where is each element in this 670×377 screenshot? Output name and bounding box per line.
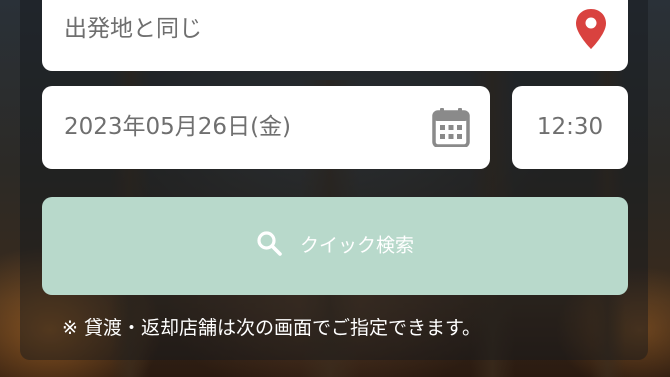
search-icon: [257, 231, 282, 256]
time-field[interactable]: 12:30: [512, 86, 628, 169]
calendar-icon[interactable]: [432, 107, 470, 147]
date-field[interactable]: 2023年05月26日(金): [42, 86, 490, 169]
store-selection-note: ※ 貸渡・返却店舗は次の画面でご指定できます。: [62, 317, 482, 339]
date-value: 2023年05月26日(金): [64, 114, 292, 140]
quick-search-button[interactable]: クイック検索: [42, 197, 628, 295]
time-value: 12:30: [536, 114, 604, 140]
quick-search-label: クイック検索: [299, 234, 414, 257]
return-location-value: 出発地と同じ: [64, 16, 202, 42]
return-location-field[interactable]: 出発地と同じ: [42, 0, 628, 71]
map-pin-icon[interactable]: [574, 7, 608, 51]
